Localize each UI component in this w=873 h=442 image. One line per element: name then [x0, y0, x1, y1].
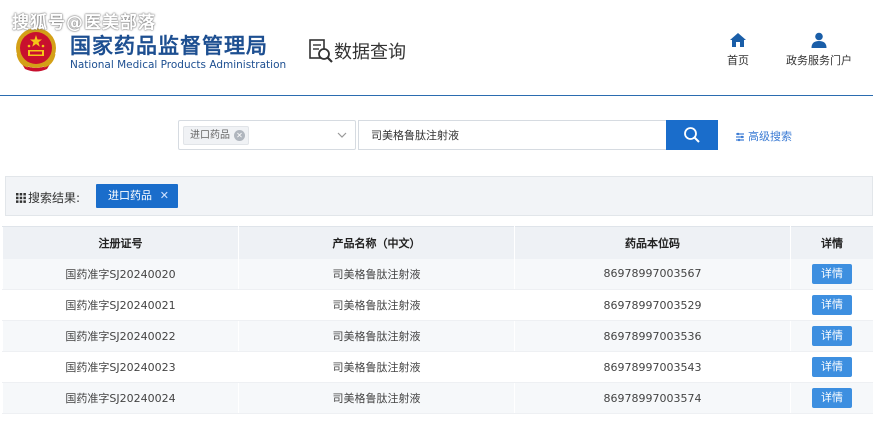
category-select[interactable]: 进口药品 ✕	[178, 120, 356, 150]
remove-filter-icon[interactable]: ✕	[160, 184, 169, 208]
user-icon	[811, 32, 827, 48]
cell-code: 86978997003543	[514, 351, 791, 383]
cell-reg-no: 国药准字SJ20240021	[2, 289, 239, 321]
col-header-detail: 详情	[790, 226, 873, 259]
home-icon	[730, 33, 746, 47]
cell-detail: 详情	[790, 289, 873, 321]
advanced-search-label: 高级搜索	[748, 130, 792, 143]
cell-detail: 详情	[790, 382, 873, 414]
nav-home-label: 首页	[727, 54, 749, 67]
table-row: 国药准字SJ20240024 司美格鲁肽注射液 86978997003574 详…	[2, 382, 873, 414]
cell-name: 司美格鲁肽注射液	[238, 320, 515, 352]
search-button[interactable]	[666, 120, 718, 150]
table-row: 国药准字SJ20240023 司美格鲁肽注射液 86978997003543 详…	[2, 351, 873, 383]
chevron-down-icon[interactable]	[337, 130, 347, 140]
results-bar: 搜索结果: 进口药品 ✕	[5, 176, 873, 216]
cell-code: 86978997003529	[514, 289, 791, 321]
org-name-en: National Medical Products Administration	[70, 59, 287, 71]
detail-button[interactable]: 详情	[812, 263, 852, 284]
detail-button[interactable]: 详情	[812, 326, 852, 346]
cell-reg-no: 国药准字SJ20240024	[2, 382, 239, 414]
detail-button[interactable]: 详情	[812, 388, 852, 408]
col-header-reg-no: 注册证号	[2, 226, 239, 259]
nav-home[interactable]: 首页	[720, 32, 756, 68]
result-filter-tag[interactable]: 进口药品 ✕	[96, 184, 178, 208]
table-header-row: 注册证号 产品名称（中文） 药品本位码 详情	[2, 226, 873, 259]
advanced-search-link[interactable]: 高级搜索	[735, 128, 792, 144]
cell-detail: 详情	[790, 258, 873, 290]
category-tag-label: 进口药品	[190, 130, 230, 141]
cell-code: 86978997003567	[514, 258, 791, 290]
site-header: 搜狐号@医美部落 国家药品监督管理局 National Medical Prod…	[0, 0, 873, 96]
org-name-cn: 国家药品监督管理局	[70, 34, 268, 58]
cell-reg-no: 国药准字SJ20240022	[2, 320, 239, 352]
keyword-input[interactable]	[358, 120, 666, 150]
detail-button[interactable]: 详情	[812, 295, 852, 315]
cell-name: 司美格鲁肽注射液	[238, 382, 515, 414]
clear-tag-icon[interactable]: ✕	[234, 130, 245, 141]
filter-icon	[736, 132, 744, 142]
category-tag[interactable]: 进口药品 ✕	[183, 126, 249, 145]
cell-reg-no: 国药准字SJ20240020	[2, 258, 239, 290]
nav-service-portal[interactable]: 政务服务门户	[780, 32, 858, 68]
detail-button[interactable]: 详情	[812, 357, 852, 377]
table-row: 国药准字SJ20240020 司美格鲁肽注射液 86978997003567 详…	[2, 258, 873, 290]
watermark: 搜狐号@医美部落	[12, 13, 156, 33]
cell-name: 司美格鲁肽注射液	[238, 289, 515, 321]
cell-detail: 详情	[790, 320, 873, 352]
search-icon	[684, 127, 700, 143]
result-filter-label: 进口药品	[108, 189, 152, 202]
data-query-icon	[309, 39, 333, 63]
results-label: 搜索结果:	[16, 189, 80, 206]
section-title: 数据查询	[334, 42, 406, 63]
table-row: 国药准字SJ20240022 司美格鲁肽注射液 86978997003536 详…	[2, 320, 873, 352]
grid-icon	[16, 193, 26, 203]
results-label-text: 搜索结果:	[28, 191, 81, 205]
col-header-code: 药品本位码	[514, 226, 791, 259]
col-header-name: 产品名称（中文）	[238, 226, 515, 259]
table-row: 国药准字SJ20240021 司美格鲁肽注射液 86978997003529 详…	[2, 289, 873, 321]
nav-service-label: 政务服务门户	[786, 54, 852, 67]
cell-reg-no: 国药准字SJ20240023	[2, 351, 239, 383]
cell-detail: 详情	[790, 351, 873, 383]
cell-code: 86978997003574	[514, 382, 791, 414]
cell-name: 司美格鲁肽注射液	[238, 258, 515, 290]
results-table: 注册证号 产品名称（中文） 药品本位码 详情 国药准字SJ20240020 司美…	[2, 226, 873, 414]
cell-code: 86978997003536	[514, 320, 791, 352]
cell-name: 司美格鲁肽注射液	[238, 351, 515, 383]
